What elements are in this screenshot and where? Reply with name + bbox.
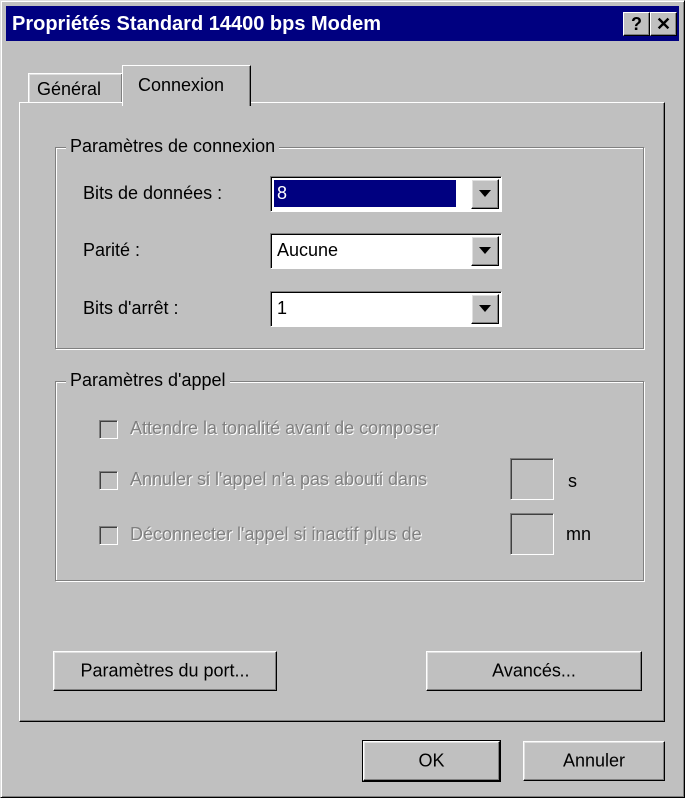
port-settings-label: Paramètres du port...	[80, 660, 250, 681]
cancel-call-seconds-field[interactable]	[510, 458, 554, 500]
data-bits-dropdown-button[interactable]	[471, 179, 499, 209]
chevron-down-icon	[479, 190, 491, 197]
ok-label: OK	[418, 750, 445, 771]
stop-bits-value: 1	[277, 298, 288, 318]
disconnect-checkbox[interactable]	[99, 526, 118, 545]
tab-connexion[interactable]: Connexion	[122, 65, 251, 106]
cancel-call-label: Annuler si l'appel n'a pas abouti dans	[130, 469, 428, 489]
disconnect-unit: mn	[566, 524, 592, 544]
disconnect-label: Déconnecter l'appel si inactif plus de	[130, 524, 422, 544]
call-settings-group: Paramètres d'appel Attendre la tonalité …	[55, 370, 644, 581]
parity-select[interactable]: Aucune	[270, 233, 502, 269]
parity-dropdown-button[interactable]	[471, 236, 499, 266]
stop-bits-dropdown-button[interactable]	[471, 294, 499, 324]
connection-group-title: Paramètres de connexion	[66, 136, 280, 157]
stop-bits-label: Bits d'arrêt :	[83, 298, 179, 318]
call-group-title: Paramètres d'appel	[66, 370, 230, 391]
parity-label: Parité :	[83, 240, 141, 260]
advanced-button[interactable]: Avancés...	[426, 651, 642, 691]
window-title: Propriétés Standard 14400 bps Modem	[12, 13, 382, 35]
cancel-call-checkbox[interactable]	[99, 471, 118, 490]
wait-tone-label: Attendre la tonalité avant de composer	[130, 418, 439, 438]
cancel-call-unit: s	[568, 471, 577, 491]
title-bar: Propriétés Standard 14400 bps Modem ? ✕	[6, 6, 679, 41]
data-bits-value: 8	[273, 179, 457, 208]
cancel-label: Annuler	[562, 750, 626, 771]
disconnect-minutes-field[interactable]	[510, 513, 554, 555]
cancel-button[interactable]: Annuler	[523, 741, 665, 781]
help-button[interactable]: ?	[623, 12, 650, 36]
tab-general[interactable]: Général	[28, 73, 123, 104]
parity-value: Aucune	[277, 240, 339, 260]
stop-bits-select[interactable]: 1	[270, 291, 502, 327]
data-bits-select[interactable]: 8	[270, 176, 502, 212]
close-icon: ✕	[655, 14, 672, 34]
tab-general-label: Général	[37, 79, 102, 99]
data-bits-label: Bits de données :	[83, 183, 223, 203]
wait-tone-checkbox[interactable]	[99, 420, 118, 439]
tab-panel-connexion: Paramètres de connexion Bits de données …	[19, 102, 665, 722]
help-icon: ?	[631, 14, 642, 34]
close-button[interactable]: ✕	[650, 12, 677, 36]
ok-button[interactable]: OK	[362, 740, 501, 782]
port-settings-button[interactable]: Paramètres du port...	[53, 651, 277, 691]
advanced-label: Avancés...	[492, 660, 576, 681]
properties-dialog: Propriétés Standard 14400 bps Modem ? ✕ …	[0, 0, 685, 798]
chevron-down-icon	[479, 305, 491, 312]
chevron-down-icon	[479, 247, 491, 254]
tab-connexion-label: Connexion	[138, 75, 225, 95]
connection-settings-group: Paramètres de connexion Bits de données …	[55, 136, 644, 349]
